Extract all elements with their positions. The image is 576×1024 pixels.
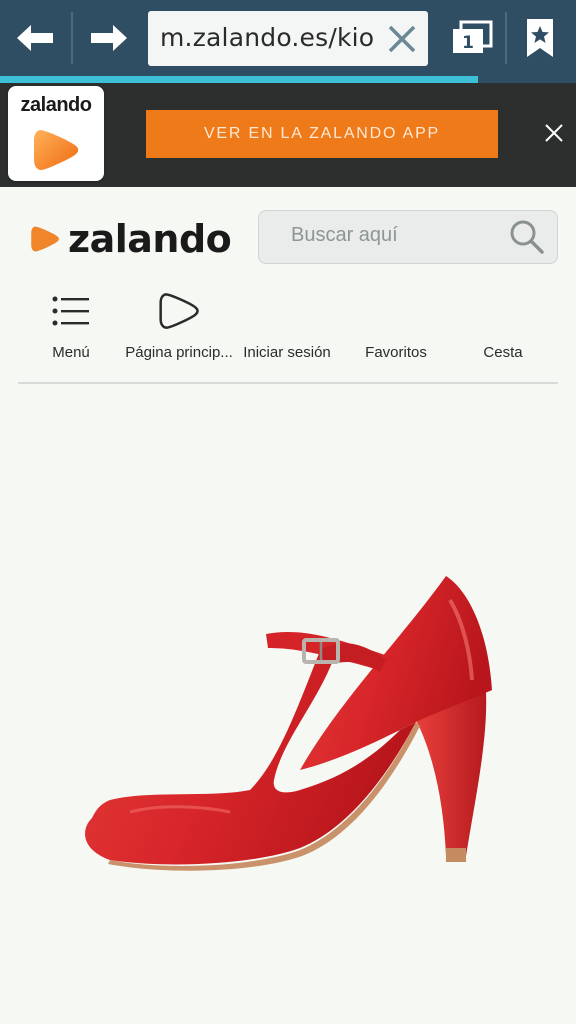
nav-favorites[interactable]: Favoritos bbox=[360, 286, 432, 376]
toolbar-separator bbox=[505, 12, 507, 64]
zalando-play-icon bbox=[159, 293, 199, 329]
page-load-progress bbox=[0, 76, 576, 83]
app-promo-banner: zalando VER EN LA ZALANDO APP bbox=[0, 83, 576, 187]
zalando-logo[interactable]: zalando bbox=[30, 214, 232, 264]
nav-favorites-label: Favoritos bbox=[365, 344, 427, 361]
product-shoe-image bbox=[85, 576, 492, 871]
nav-home[interactable]: Página princip... bbox=[125, 286, 233, 376]
close-icon bbox=[545, 124, 563, 142]
page-load-progress-fill bbox=[0, 76, 479, 83]
back-button[interactable] bbox=[10, 12, 62, 64]
browser-toolbar: m.zalando.es/kion 1 bbox=[0, 0, 576, 76]
search-box[interactable]: Buscar aquí bbox=[258, 210, 558, 264]
nav-login[interactable]: Iniciar sesión bbox=[240, 286, 334, 376]
address-bar[interactable]: m.zalando.es/kion bbox=[148, 11, 428, 66]
menu-list-icon bbox=[52, 296, 89, 326]
clear-url-button[interactable] bbox=[384, 21, 420, 57]
toolbar-separator bbox=[71, 12, 73, 64]
nav-cart-label: Cesta bbox=[483, 344, 523, 361]
app-icon-label: zalando bbox=[20, 94, 92, 116]
arrow-left-icon bbox=[17, 25, 53, 51]
nav-menu[interactable]: Menú bbox=[36, 286, 106, 376]
site-nav: Menú Página princip... Iniciar sesión Fa… bbox=[18, 286, 558, 382]
zalando-app-icon[interactable]: zalando bbox=[8, 86, 104, 181]
product-image-area[interactable] bbox=[0, 386, 576, 1024]
nav-login-label: Iniciar sesión bbox=[243, 344, 331, 361]
forward-button[interactable] bbox=[82, 12, 134, 64]
tabs-icon: 1 bbox=[453, 20, 493, 53]
close-banner-button[interactable] bbox=[536, 115, 572, 151]
open-in-app-button[interactable]: VER EN LA ZALANDO APP bbox=[146, 110, 498, 158]
close-icon bbox=[388, 25, 416, 53]
search-icon[interactable] bbox=[509, 219, 545, 255]
tabs-button[interactable]: 1 bbox=[446, 12, 498, 64]
nav-divider bbox=[18, 382, 558, 384]
search-input[interactable]: Buscar aquí bbox=[291, 224, 398, 247]
arrow-right-icon bbox=[91, 25, 127, 51]
logo-text: zalando bbox=[68, 217, 232, 261]
zalando-play-icon bbox=[34, 130, 79, 170]
bookmarks-button[interactable] bbox=[514, 12, 566, 64]
bookmark-star-icon bbox=[527, 19, 553, 57]
nav-menu-label: Menú bbox=[52, 344, 90, 361]
nav-cart[interactable]: Cesta bbox=[476, 286, 530, 376]
url-text[interactable]: m.zalando.es/kion bbox=[160, 23, 376, 52]
zalando-play-icon bbox=[31, 226, 59, 252]
tab-count: 1 bbox=[462, 33, 474, 53]
nav-home-label: Página princip... bbox=[125, 344, 233, 361]
